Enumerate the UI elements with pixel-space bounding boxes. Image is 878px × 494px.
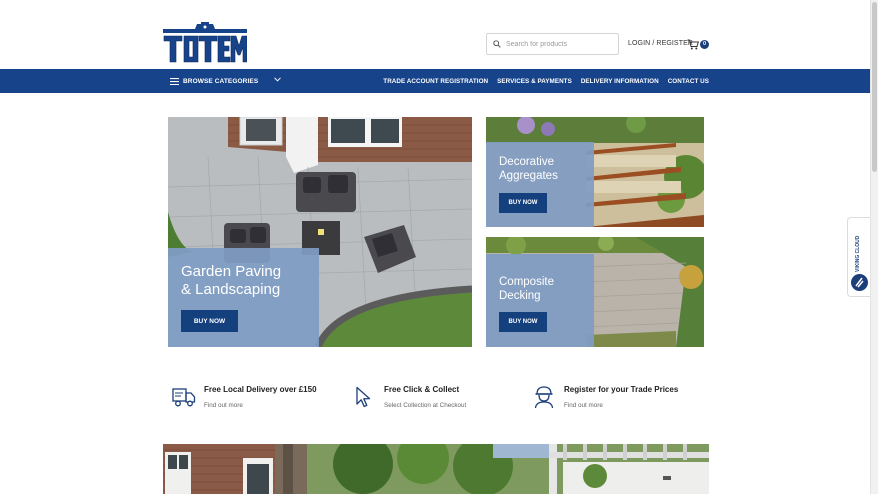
- page-scrollbar[interactable]: [870, 0, 878, 494]
- decking-title-line1: Composite: [499, 276, 554, 288]
- nav-contact-us[interactable]: CONTACT US: [668, 78, 709, 85]
- nav-delivery-information[interactable]: DELIVERY INFORMATION: [581, 78, 659, 85]
- aggregates-title-line1: Decorative: [499, 156, 554, 168]
- aggregates-buy-now-button[interactable]: BUY NOW: [499, 193, 547, 213]
- delivery-truck-icon: [172, 388, 196, 407]
- worker-helmet-icon: [534, 386, 554, 409]
- aggregates-title-line2: Aggregates: [499, 169, 558, 182]
- decking-panel: Composite Decking BUY NOW: [486, 254, 594, 347]
- totem-logo[interactable]: [163, 22, 248, 64]
- garden-title-line1: Garden Paving: [181, 263, 282, 280]
- decking-title: Composite Decking: [499, 276, 554, 304]
- viking-cloud-badge[interactable]: VIKING CLOUD: [847, 217, 871, 297]
- aggregates-title: Decorative Aggregates: [499, 156, 558, 184]
- bottom-banner-image: [163, 444, 709, 494]
- feature-title: Free Click & Collect: [384, 385, 460, 394]
- browse-categories-button[interactable]: BROWSE CATEGORIES: [170, 69, 281, 93]
- garden-paving-title: Garden Paving & Landscaping: [181, 263, 281, 299]
- feature-title: Register for your Trade Prices: [564, 385, 679, 394]
- main-navigation: BROWSE CATEGORIES TRADE ACCOUNT REGISTRA…: [0, 69, 871, 93]
- decorative-aggregates-tile[interactable]: Decorative Aggregates BUY NOW: [486, 117, 704, 227]
- cart-button[interactable]: 0: [687, 37, 709, 51]
- feature-subtitle[interactable]: Find out more: [204, 402, 243, 409]
- page: LOGIN / REGISTER 0 BROWSE CATEGORIES TRA…: [0, 0, 878, 494]
- decking-buy-now-button[interactable]: BUY NOW: [499, 312, 547, 332]
- feature-subtitle[interactable]: Find out more: [564, 402, 603, 409]
- nav-links: TRADE ACCOUNT REGISTRATION SERVICES & PA…: [383, 69, 709, 93]
- feature-title: Free Local Delivery over £150: [204, 385, 317, 394]
- garden-buy-now-button[interactable]: BUY NOW: [181, 310, 238, 332]
- badge-label: VIKING CLOUD: [855, 235, 861, 272]
- browse-categories-label: BROWSE CATEGORIES: [183, 77, 259, 85]
- shield-icon: [851, 274, 868, 291]
- decking-title-line2: Decking: [499, 289, 541, 302]
- chevron-down-icon: [274, 77, 281, 82]
- search-input[interactable]: [506, 40, 606, 48]
- login-register-link[interactable]: LOGIN / REGISTER: [628, 40, 693, 47]
- logo-graphic: [163, 22, 248, 63]
- composite-decking-tile[interactable]: Composite Decking BUY NOW: [486, 237, 704, 347]
- hamburger-menu-icon: [170, 77, 179, 85]
- nav-services-payments[interactable]: SERVICES & PAYMENTS: [497, 78, 572, 85]
- garden-paving-tile[interactable]: Garden Paving & Landscaping BUY NOW: [168, 117, 472, 347]
- scrollbar-thumb[interactable]: [872, 2, 877, 172]
- aggregates-panel: Decorative Aggregates BUY NOW: [486, 142, 594, 227]
- cart-count-badge: 0: [700, 40, 709, 49]
- feature-subtitle: Select Collection at Checkout: [384, 402, 467, 409]
- nav-trade-account-registration[interactable]: TRADE ACCOUNT REGISTRATION: [383, 78, 488, 85]
- shopping-cart-icon: [687, 39, 699, 50]
- garden-paving-panel: Garden Paving & Landscaping BUY NOW: [168, 248, 319, 347]
- search-icon: [493, 40, 501, 48]
- search-box[interactable]: [486, 33, 619, 55]
- garden-title-line2: & Landscaping: [181, 281, 281, 298]
- cursor-pointer-icon: [356, 386, 371, 408]
- garden-pergola-image: [163, 444, 709, 494]
